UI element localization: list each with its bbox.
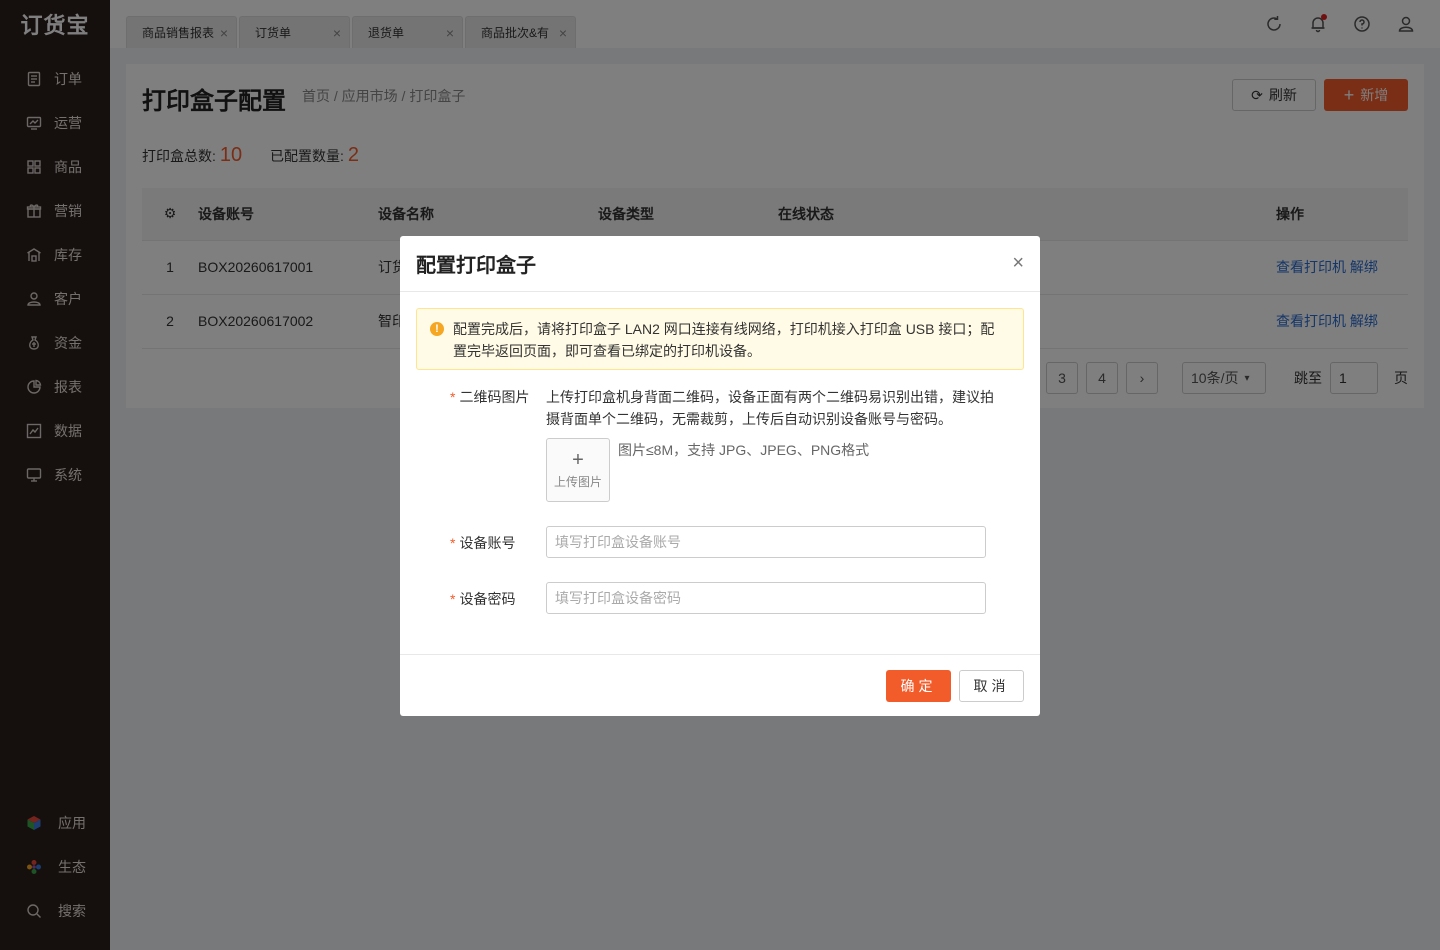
required-mark: * xyxy=(450,535,456,551)
upload-image-button[interactable]: + 上传图片 xyxy=(546,438,610,502)
required-mark: * xyxy=(450,389,456,405)
close-icon[interactable]: × xyxy=(1012,252,1024,275)
cancel-button[interactable]: 取消 xyxy=(959,670,1024,702)
upload-hint: 图片≤8M，支持 JPG、JPEG、PNG格式 xyxy=(618,442,870,458)
account-field-label: * 设备账号 xyxy=(450,533,515,553)
config-print-box-modal: 配置打印盒子 × ! 配置完成后，请将打印盒子 LAN2 网口连接有线网络，打印… xyxy=(400,236,1040,716)
confirm-button[interactable]: 确定 xyxy=(886,670,951,702)
label-text: 设备账号 xyxy=(459,535,516,551)
device-account-input[interactable] xyxy=(546,526,986,558)
qr-field-label: * 二维码图片 xyxy=(450,387,529,407)
upload-label: 上传图片 xyxy=(553,474,602,489)
warning-icon: ! xyxy=(430,322,444,336)
modal-footer: 确定 取消 xyxy=(400,654,1040,716)
modal-title: 配置打印盒子 xyxy=(416,255,536,277)
alert-text: 配置完成后，请将打印盒子 LAN2 网口连接有线网络，打印机接入打印盒 USB … xyxy=(453,321,995,359)
device-password-input[interactable] xyxy=(546,582,986,614)
label-text: 设备密码 xyxy=(459,591,516,607)
required-mark: * xyxy=(450,591,456,607)
qr-description: 上传打印盒机身背面二维码，设备正面有两个二维码易识别出错，建议拍摄背面单个二维码… xyxy=(546,389,994,427)
plus-icon: + xyxy=(572,448,584,471)
label-text: 二维码图片 xyxy=(459,389,530,405)
modal-header: 配置打印盒子 × xyxy=(400,236,1040,292)
info-alert: ! 配置完成后，请将打印盒子 LAN2 网口连接有线网络，打印机接入打印盒 US… xyxy=(416,308,1024,370)
password-field-label: * 设备密码 xyxy=(450,589,515,609)
